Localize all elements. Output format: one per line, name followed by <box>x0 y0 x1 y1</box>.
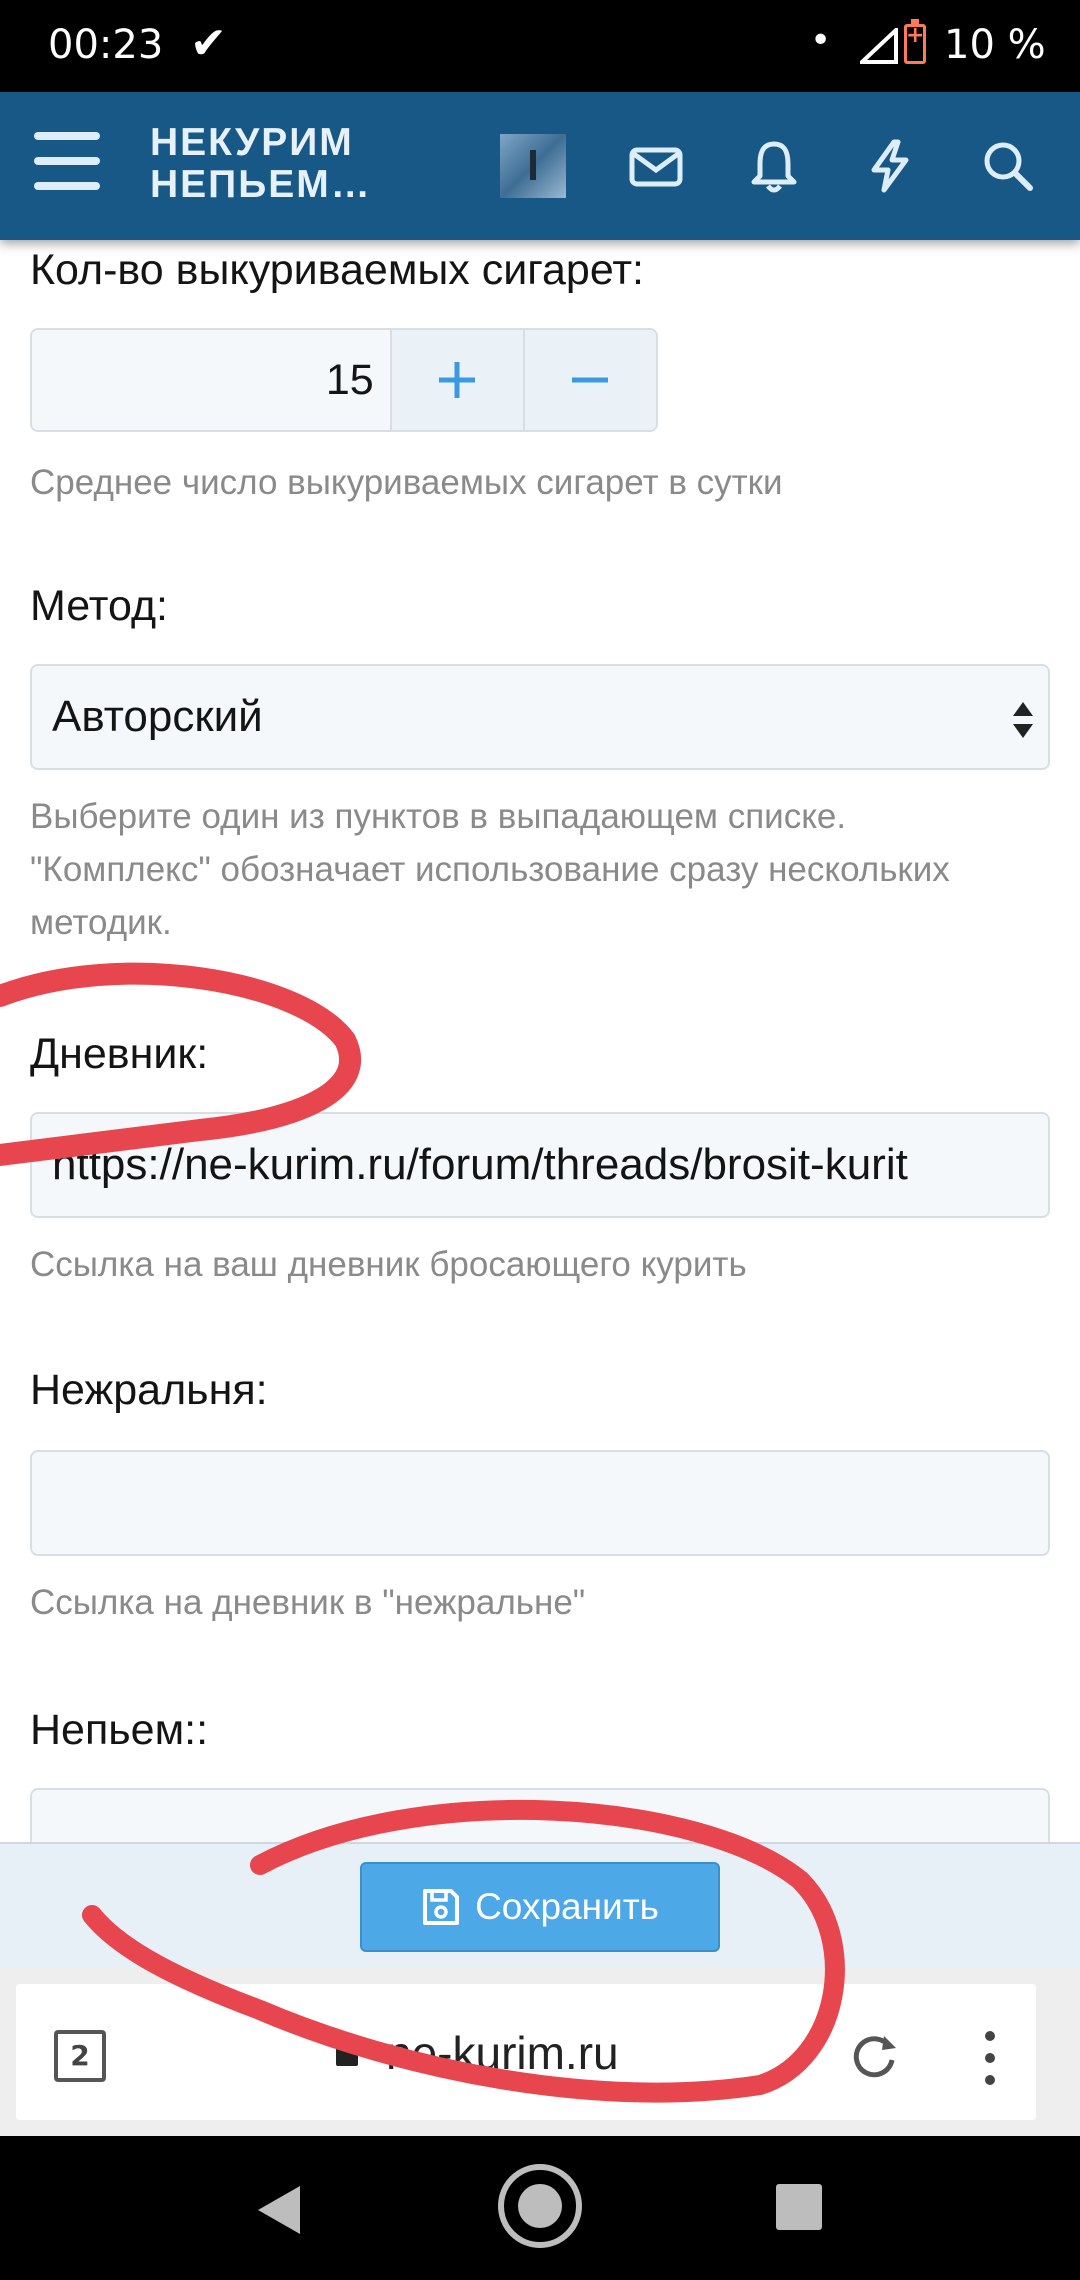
tab-count-button[interactable]: 2 <box>54 2030 106 2082</box>
method-label: Метод: <box>30 582 169 630</box>
mail-icon[interactable] <box>624 134 688 198</box>
diary-input[interactable] <box>30 1112 1050 1218</box>
diary-hint: Ссылка на ваш дневник бросающего курить <box>30 1245 747 1284</box>
cigarettes-stepper[interactable]: 15 <box>30 328 658 432</box>
avatar[interactable] <box>500 134 566 198</box>
minus-icon <box>572 377 609 383</box>
bell-icon[interactable] <box>742 134 806 198</box>
nezhralnya-hint: Ссылка на дневник в "нежральне" <box>30 1583 586 1622</box>
plus-icon <box>439 362 476 398</box>
floppy-disk-icon <box>423 1889 460 1925</box>
nezhralnya-field[interactable] <box>32 1452 1048 1554</box>
address-bar[interactable]: 2 ne-kurim.ru <box>16 1984 1036 2120</box>
site-logo[interactable]: НЕКУРИМ НЕПЬЕМ… <box>150 122 372 206</box>
decrement-button[interactable] <box>522 330 656 430</box>
lightning-icon[interactable] <box>858 134 922 198</box>
more-options-icon[interactable] <box>978 2028 1002 2088</box>
nezhralnya-label: Нежральня: <box>30 1366 268 1414</box>
signal-icon <box>860 28 898 64</box>
logo-line-2: НЕПЬЕМ… <box>150 163 372 206</box>
status-time: 00:23 <box>48 22 164 68</box>
notification-dot-icon: • <box>810 20 832 61</box>
nezhralnya-input[interactable] <box>30 1450 1050 1556</box>
url-text[interactable]: ne-kurim.ru <box>386 2026 619 2080</box>
save-button[interactable]: Сохранить <box>360 1862 720 1952</box>
cigarettes-value[interactable]: 15 <box>32 330 390 430</box>
method-hint: Выберите один из пунктов в выпадающем сп… <box>30 797 950 942</box>
download-done-icon: ✔ <box>190 18 227 69</box>
status-bar: 00:23 ✔ • 10 % <box>0 0 1080 92</box>
nepyem-field[interactable] <box>32 1790 1048 1848</box>
menu-icon[interactable] <box>34 132 100 192</box>
diary-url-field[interactable] <box>32 1114 1048 1216</box>
battery-percent: 10 % <box>944 22 1046 68</box>
increment-button[interactable] <box>389 330 523 430</box>
method-select[interactable]: Авторский <box>30 664 1050 770</box>
save-button-label: Сохранить <box>475 1886 659 1927</box>
logo-line-1: НЕКУРИМ <box>150 121 354 164</box>
cigarettes-label: Кол-во выкуриваемых сигарет: <box>30 246 644 294</box>
reload-icon[interactable] <box>846 2028 902 2084</box>
nepyem-input[interactable] <box>30 1788 1050 1848</box>
nepyem-label: Непьем:: <box>30 1706 209 1754</box>
method-value: Авторский <box>52 692 263 741</box>
lock-icon <box>336 2046 358 2066</box>
app-header: НЕКУРИМ НЕПЬЕМ… <box>0 92 1080 240</box>
search-icon[interactable] <box>976 134 1040 198</box>
home-icon[interactable] <box>496 2162 584 2250</box>
diary-label: Дневник: <box>30 1030 209 1078</box>
select-arrows-icon <box>1013 702 1033 738</box>
cigarettes-hint: Среднее число выкуриваемых сигарет в сут… <box>30 463 783 502</box>
back-icon[interactable] <box>254 2184 304 2236</box>
battery-icon <box>904 19 926 64</box>
recents-icon[interactable] <box>776 2184 822 2230</box>
system-nav-bar <box>0 2136 1080 2280</box>
browser-toolbar: 2 ne-kurim.ru <box>0 1968 1080 2136</box>
save-bar: Сохранить <box>0 1842 1080 1970</box>
